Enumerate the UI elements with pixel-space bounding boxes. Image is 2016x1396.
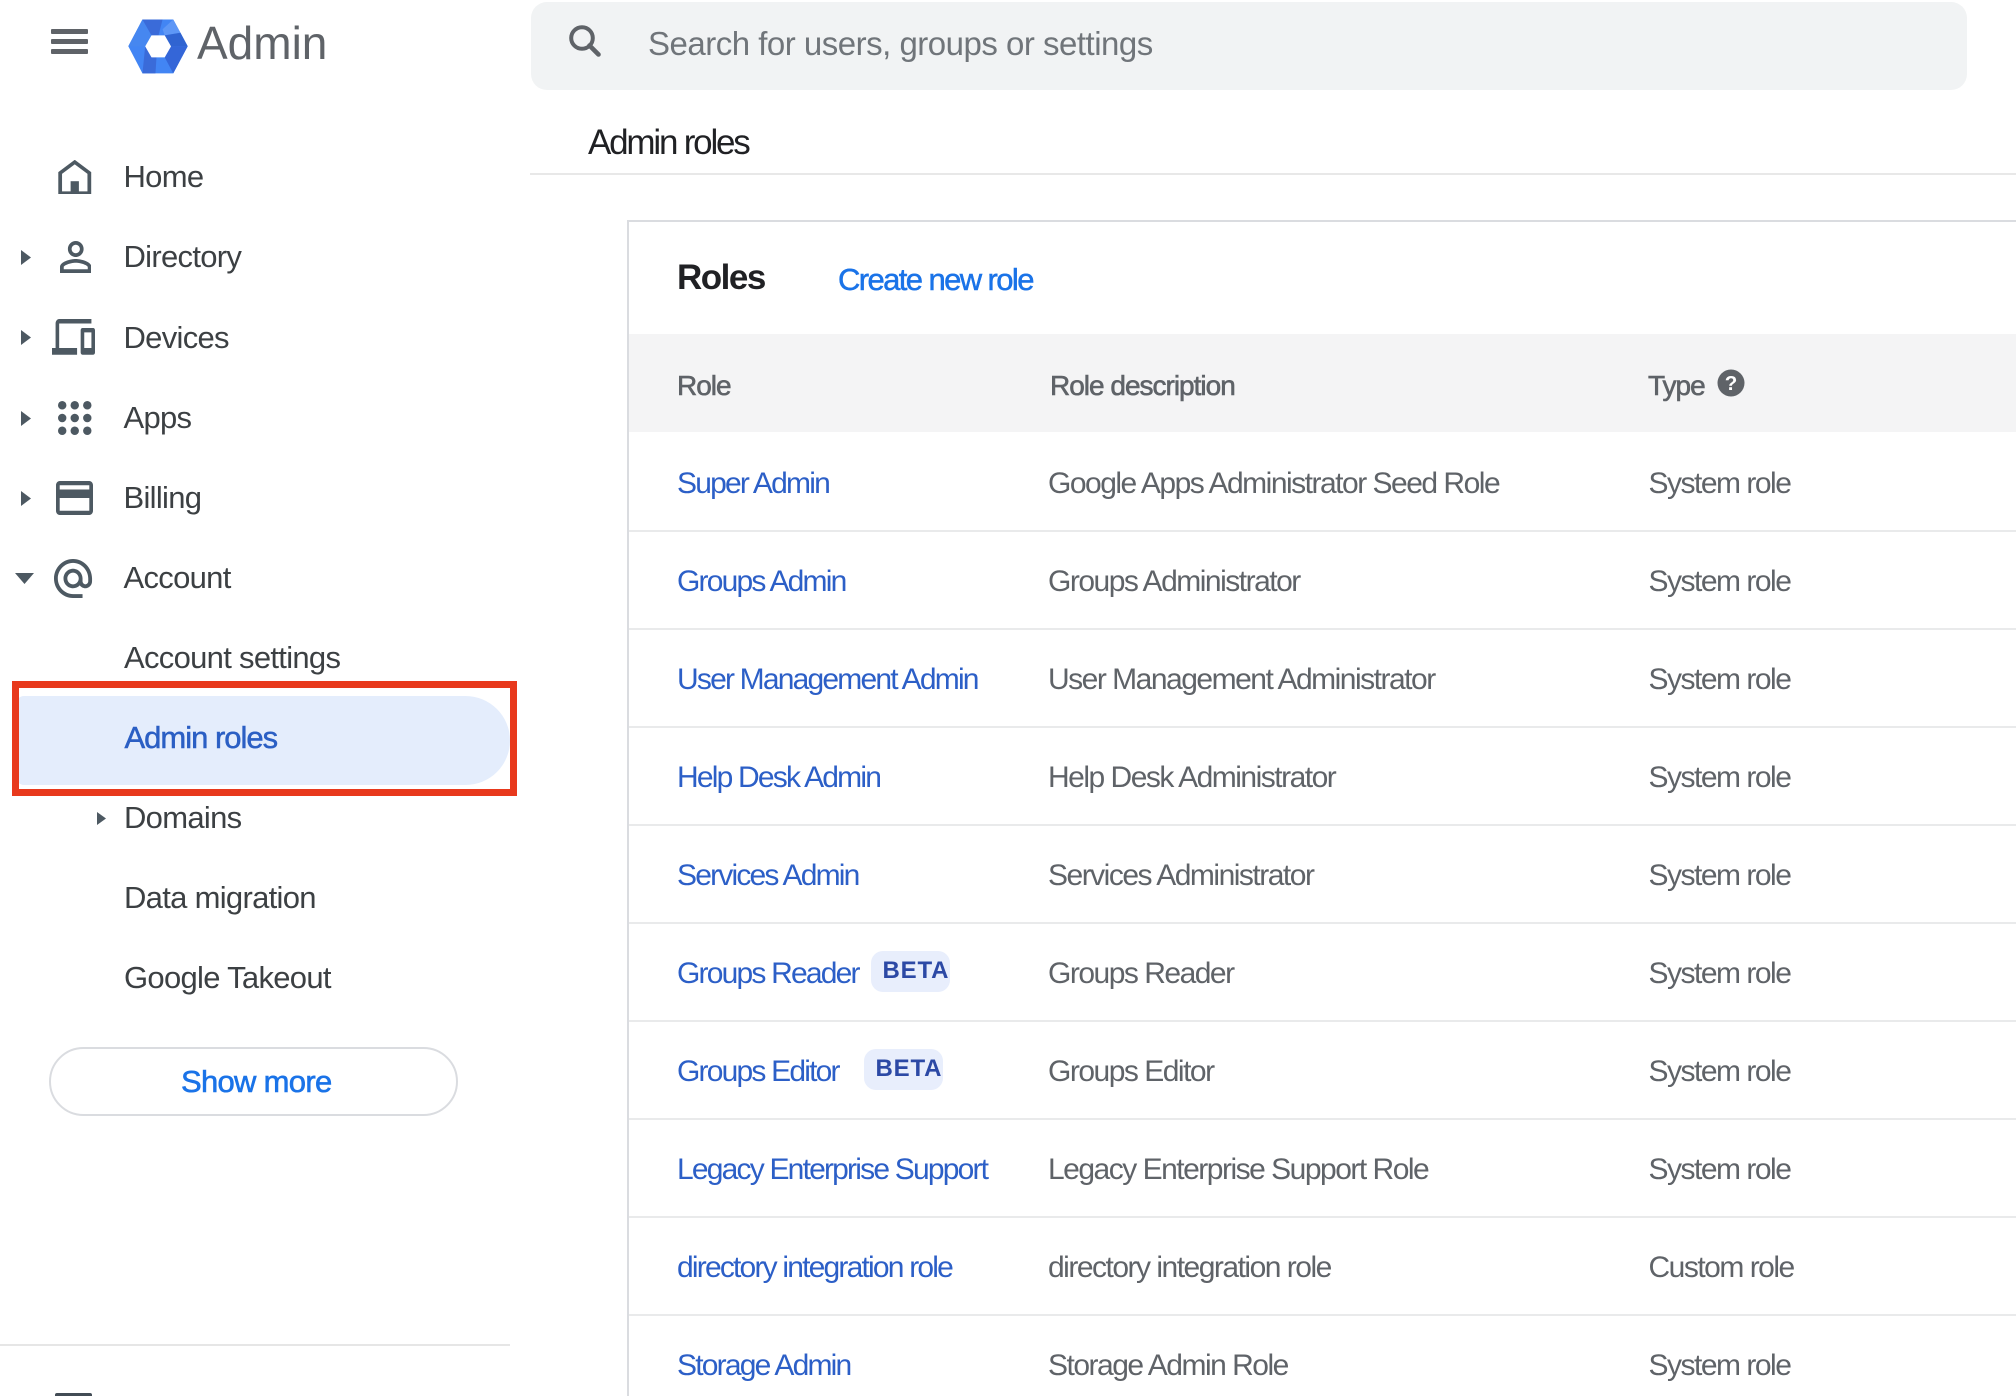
svg-text:?: ? — [1725, 372, 1738, 395]
